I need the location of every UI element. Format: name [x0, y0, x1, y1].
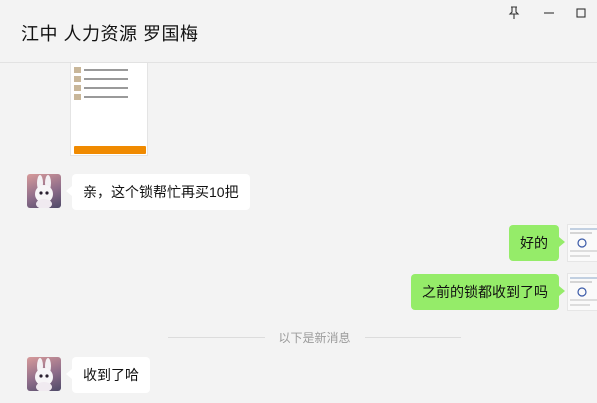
message-bubble-received[interactable]: 收到了哈 — [66, 357, 150, 393]
message-bubble-sent[interactable]: 好的 — [509, 225, 565, 261]
card-row — [74, 76, 128, 82]
self-avatar[interactable] — [567, 273, 597, 311]
chat-title: 江中 人力资源 罗国梅 — [21, 24, 199, 44]
divider-text: 以下是新消息 — [278, 330, 351, 345]
contact-avatar[interactable] — [27, 357, 61, 391]
divider-line — [168, 336, 265, 338]
contact-avatar[interactable] — [27, 174, 61, 208]
bunny-avatar-icon — [35, 175, 53, 208]
maximize-icon — [576, 8, 586, 18]
self-avatar[interactable] — [567, 224, 597, 262]
title-bar: 江中 人力资源 罗国梅 — [0, 0, 597, 63]
minimize-icon — [544, 12, 554, 14]
card-row — [74, 85, 128, 91]
card-row — [74, 94, 128, 100]
self-avatar-image — [570, 277, 597, 306]
pin-button[interactable] — [503, 4, 525, 22]
card-orange-button — [74, 146, 146, 154]
minimize-button[interactable] — [538, 4, 560, 22]
self-avatar-image — [570, 228, 597, 257]
bunny-avatar-icon — [35, 358, 53, 391]
pin-icon — [508, 6, 520, 19]
new-messages-divider: 以下是新消息 — [168, 328, 462, 346]
card-row — [74, 67, 128, 73]
maximize-button[interactable] — [570, 4, 592, 22]
shared-image-message[interactable] — [70, 63, 148, 156]
divider-line — [364, 336, 462, 338]
message-bubble-received[interactable]: 亲，这个锁帮忙再买10把 — [66, 174, 250, 210]
message-bubble-sent[interactable]: 之前的锁都收到了吗 — [411, 274, 565, 310]
